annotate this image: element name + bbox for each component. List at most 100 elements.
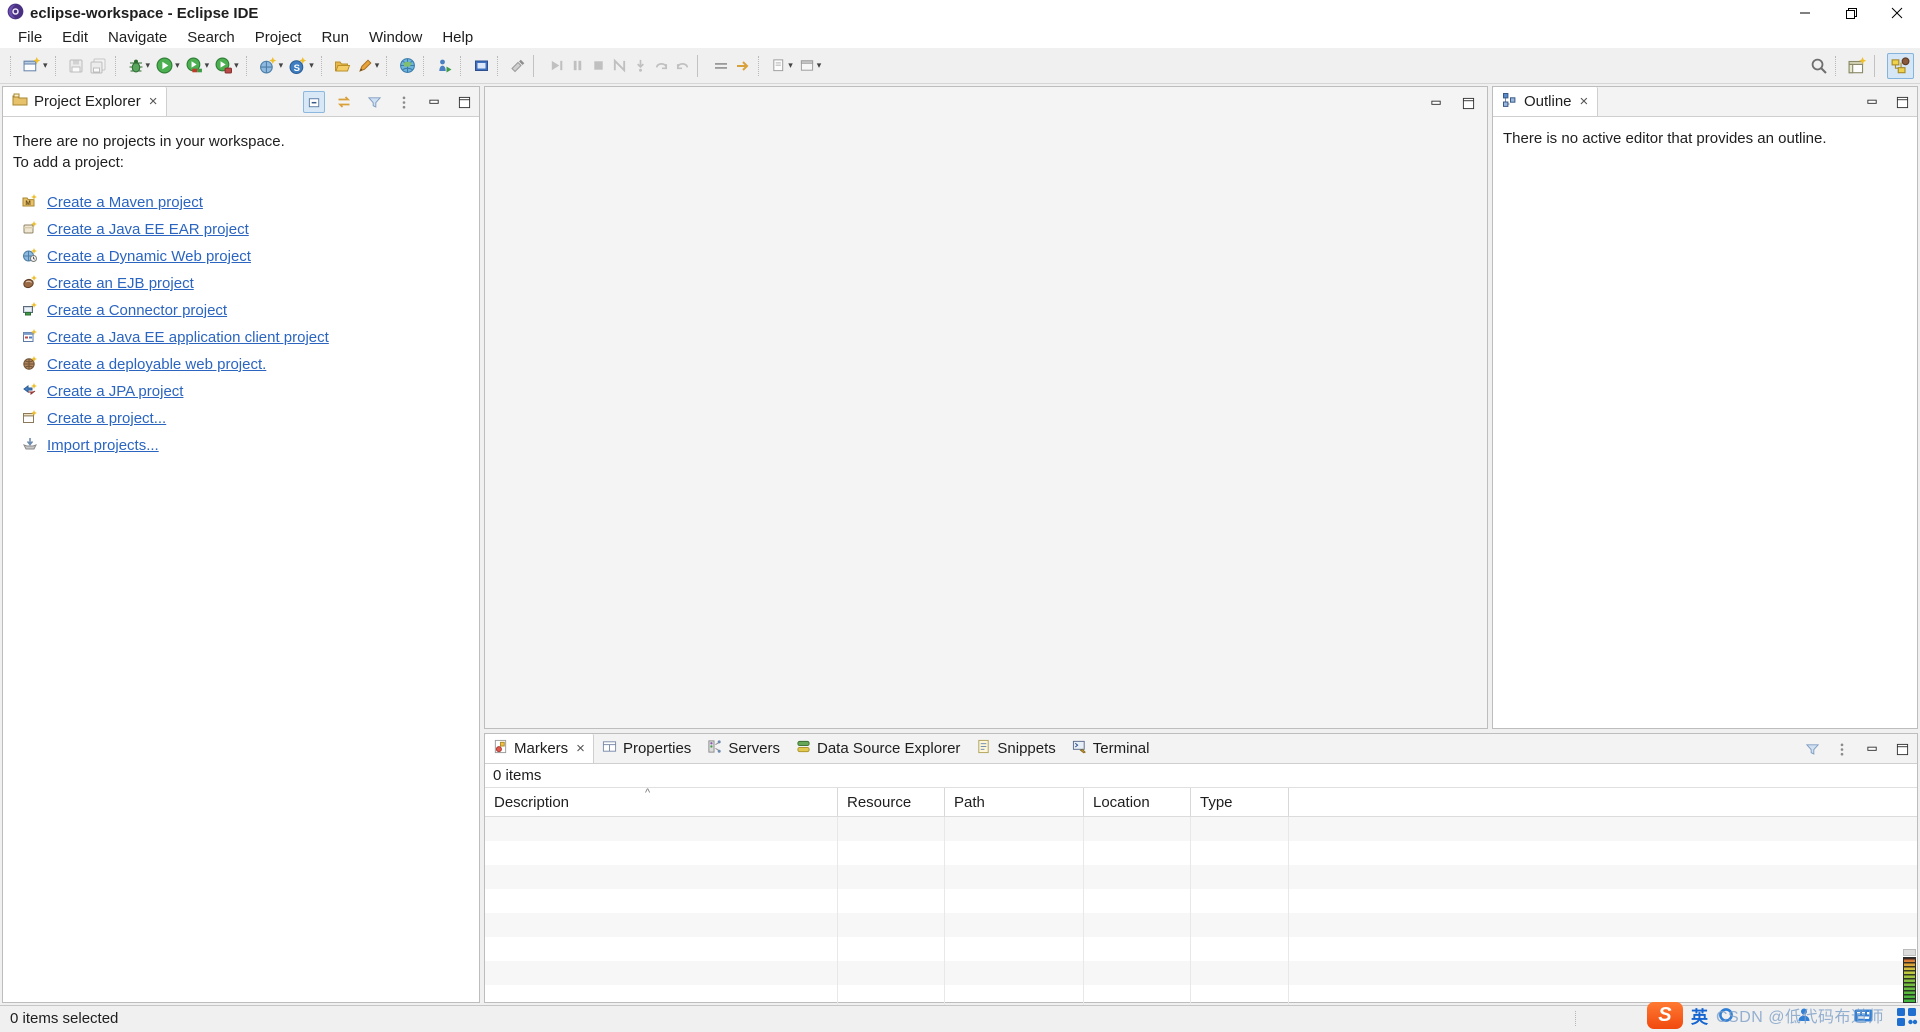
create-connector-project-link[interactable]: Create a Connector project xyxy=(13,297,479,324)
editor-area-toolbar xyxy=(1425,92,1479,114)
save-all-button[interactable] xyxy=(87,53,111,79)
filter-button[interactable] xyxy=(1801,738,1823,760)
step-over-button[interactable] xyxy=(651,53,672,79)
menu-window[interactable]: Window xyxy=(359,29,432,46)
collapse-all-button[interactable] xyxy=(303,91,325,113)
menu-navigate[interactable]: Navigate xyxy=(98,29,177,46)
maximize-view-button[interactable] xyxy=(453,91,475,113)
new-web-wizard-button[interactable]: ▾ xyxy=(256,53,287,79)
run-button[interactable]: ▾ xyxy=(153,53,183,79)
toolbar-separator xyxy=(423,56,430,76)
menu-help[interactable]: Help xyxy=(432,29,483,46)
disconnect-button[interactable] xyxy=(609,53,630,79)
tab-snippets[interactable]: Snippets xyxy=(968,734,1063,763)
view-menu-button[interactable] xyxy=(1831,738,1853,760)
maximize-view-button[interactable] xyxy=(1457,92,1479,114)
console-button[interactable] xyxy=(470,53,493,79)
editor-window-button[interactable]: ▾ xyxy=(796,53,825,79)
maximize-view-button[interactable] xyxy=(1891,91,1913,113)
pen-button[interactable]: ▾ xyxy=(354,53,383,79)
tab-terminal[interactable]: Terminal xyxy=(1064,734,1158,763)
column-type[interactable]: Type xyxy=(1191,788,1289,816)
save-button[interactable] xyxy=(65,53,87,79)
open-folder-button[interactable] xyxy=(331,53,354,79)
minimize-view-button[interactable] xyxy=(1425,92,1447,114)
suspend-button[interactable] xyxy=(567,53,588,79)
profile-button[interactable]: ▾ xyxy=(212,53,242,79)
open-perspective-button[interactable] xyxy=(1845,53,1870,79)
javaee-perspective-button[interactable] xyxy=(1887,53,1914,79)
terminal-icon xyxy=(1072,739,1087,758)
import-projects-link[interactable]: Import projects... xyxy=(13,432,479,459)
sogou-ime-icon[interactable]: S xyxy=(1647,1002,1683,1029)
column-resource[interactable]: Resource xyxy=(838,788,945,816)
step-return-button[interactable] xyxy=(672,53,693,79)
tab-markers[interactable]: Markers × xyxy=(485,734,594,763)
minimize-view-button[interactable] xyxy=(423,91,445,113)
minimize-button[interactable] xyxy=(1782,0,1828,26)
minimize-view-button[interactable] xyxy=(1861,738,1883,760)
coverage-button[interactable]: ▾ xyxy=(183,53,213,79)
close-button[interactable] xyxy=(1874,0,1920,26)
menu-search[interactable]: Search xyxy=(177,29,245,46)
create-deployable-web-project-link[interactable]: Create a deployable web project. xyxy=(13,351,479,378)
table-row xyxy=(485,937,1917,961)
create-project-link[interactable]: Create a project... xyxy=(13,405,479,432)
deployable-web-project-icon xyxy=(22,355,38,375)
new-wizard-button[interactable]: ▾ xyxy=(20,53,51,79)
outline-toolbar xyxy=(1861,87,1913,117)
column-path[interactable]: Path xyxy=(945,788,1084,816)
toolbar-separator xyxy=(497,56,504,76)
status-bar-divider xyxy=(1575,1011,1576,1026)
ime-toolbar-grid-icon[interactable] xyxy=(1896,1006,1918,1028)
step-into-button[interactable] xyxy=(630,53,651,79)
search-button[interactable] xyxy=(1807,53,1831,79)
web-browser-button[interactable] xyxy=(396,53,419,79)
tab-project-explorer[interactable]: Project Explorer × xyxy=(3,87,167,116)
create-ear-project-link[interactable]: Create a Java EE EAR project xyxy=(13,216,479,243)
new-servlet-wizard-button[interactable]: S ▾ xyxy=(286,53,317,79)
minimize-view-button[interactable] xyxy=(1861,91,1883,113)
create-jpa-project-link[interactable]: Create a JPA project xyxy=(13,378,479,405)
toggle-lines-button[interactable] xyxy=(710,53,732,79)
create-app-client-project-link[interactable]: Create a Java EE application client proj… xyxy=(13,324,479,351)
link-with-editor-button[interactable] xyxy=(333,91,355,113)
maximize-view-button[interactable] xyxy=(1891,738,1913,760)
pin-editor-button[interactable]: ▾ xyxy=(768,53,796,79)
tab-properties[interactable]: Properties xyxy=(594,734,699,763)
markers-icon xyxy=(493,739,508,758)
column-location[interactable]: Location xyxy=(1084,788,1191,816)
last-edit-location-button[interactable] xyxy=(732,53,754,79)
volume-meter-indicator xyxy=(1903,957,1916,1003)
menu-run[interactable]: Run xyxy=(311,29,359,46)
toolbar-divider xyxy=(1874,55,1883,77)
tab-label: Project Explorer xyxy=(34,93,141,110)
view-menu-button[interactable] xyxy=(393,91,415,113)
create-dynamic-web-project-link[interactable]: Create a Dynamic Web project xyxy=(13,243,479,270)
ime-language-indicator[interactable]: 英 xyxy=(1691,1003,1708,1028)
resume-button[interactable] xyxy=(546,53,567,79)
connector-project-icon xyxy=(22,301,38,321)
menu-edit[interactable]: Edit xyxy=(52,29,98,46)
column-description[interactable]: Description xyxy=(485,788,838,816)
tab-label: Snippets xyxy=(997,740,1055,757)
menu-file[interactable]: File xyxy=(8,29,52,46)
tab-data-source-explorer[interactable]: Data Source Explorer xyxy=(788,734,968,763)
create-maven-project-link[interactable]: M Create a Maven project xyxy=(13,189,479,216)
close-icon[interactable]: × xyxy=(149,93,158,110)
close-icon[interactable]: × xyxy=(1580,93,1589,110)
svg-text:S: S xyxy=(294,63,300,74)
tab-servers[interactable]: Servers xyxy=(699,734,788,763)
dropdown-arrow-icon: ▾ xyxy=(175,60,180,71)
jpa-project-icon xyxy=(22,382,38,402)
flashlight-button[interactable] xyxy=(507,53,529,79)
tab-outline[interactable]: Outline × xyxy=(1493,87,1598,116)
filter-button[interactable] xyxy=(363,91,385,113)
menu-project[interactable]: Project xyxy=(245,29,312,46)
run-client-button[interactable] xyxy=(433,53,456,79)
close-icon[interactable]: × xyxy=(576,740,585,757)
stop-button[interactable] xyxy=(588,53,609,79)
restore-button[interactable] xyxy=(1828,0,1874,26)
create-ejb-project-link[interactable]: Create an EJB project xyxy=(13,270,479,297)
debug-button[interactable]: ▾ xyxy=(125,53,154,79)
